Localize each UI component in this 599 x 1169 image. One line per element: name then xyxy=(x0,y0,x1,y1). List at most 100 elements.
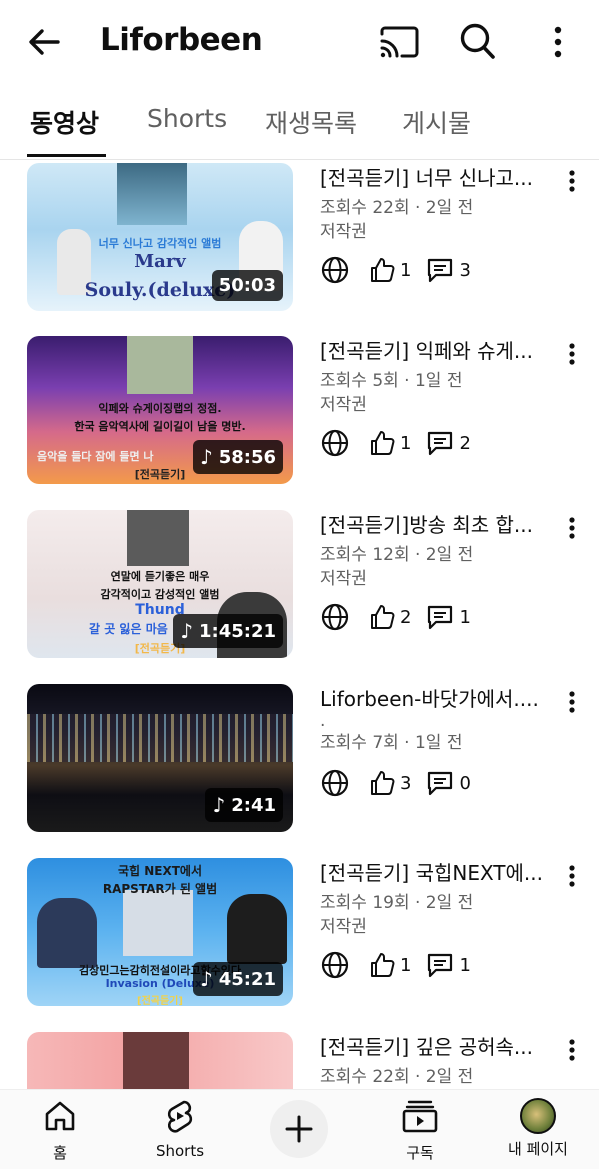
video-thumbnail[interactable]: 국힙 NEXT에서 RAPSTAR가 된 앨범 김상민그는감히전설이라고할수있다… xyxy=(27,858,293,1006)
comments-count: 1 xyxy=(425,603,471,631)
globe-icon xyxy=(321,603,349,631)
video-meta: 조회수 12회 · 2일 전 xyxy=(320,545,474,565)
comments-count: 1 xyxy=(425,951,471,979)
likes-count: 2 xyxy=(368,603,411,631)
comments-count: 2 xyxy=(425,429,471,457)
video-item[interactable]: 익페와 슈게이징랩의 정점. 한국 음악역사에 길이길이 남을 명반. 음악을 … xyxy=(0,336,599,488)
video-thumbnail[interactable]: ♪ 2:41 xyxy=(27,684,293,832)
video-title[interactable]: [전곡듣기] 국힙NEXT에... xyxy=(320,858,550,888)
nav-home-label: 홈 xyxy=(53,1144,67,1162)
video-list: 너무 신나고 감각적인 앨범 Marv Souly.(deluxe) 50:03… xyxy=(0,161,599,1089)
nav-you-label: 내 페이지 xyxy=(508,1140,568,1158)
likes-value: 3 xyxy=(400,772,412,794)
video-title[interactable]: [전곡듣기] 너무 신나고... xyxy=(320,163,550,193)
comment-icon xyxy=(428,605,453,630)
video-info: [전곡듣기] 국힙NEXT에... 조회수 19회 · 2일 전 저작권 1 1 xyxy=(320,858,555,980)
cast-button[interactable] xyxy=(378,22,422,62)
vertical-dots-icon xyxy=(569,1039,575,1061)
video-item[interactable]: 국힙 NEXT에서 RAPSTAR가 된 앨범 김상민그는감히전설이라고할수있다… xyxy=(0,858,599,1010)
video-item[interactable]: ♪ 2:41 Liforbeen-바닷가에서.... . 조회수 7회 · 1일… xyxy=(0,684,599,836)
comments-count: 0 xyxy=(425,769,471,797)
video-thumbnail[interactable]: 연말에 듣기좋은 매우 감각적이고 감성적인 앨범 Thund 갈 곳 잃은 마… xyxy=(27,510,293,658)
comments-value: 1 xyxy=(459,606,471,628)
thumbnail-caption: 연말에 듣기좋은 매우 xyxy=(110,570,210,583)
comments-value: 2 xyxy=(459,432,471,454)
video-meta: 조회수 22회 · 2일 전 xyxy=(320,198,474,218)
video-item[interactable]: [전곡듣기] 깊은 공허속... 조회수 22회 · 2일 전 xyxy=(0,1032,599,1089)
video-thumbnail[interactable] xyxy=(27,1032,293,1089)
video-info: [전곡듣기] 너무 신나고... 조회수 22회 · 2일 전 저작권 1 3 xyxy=(320,163,555,285)
duration-text: 2:41 xyxy=(231,794,276,816)
vertical-dots-icon xyxy=(569,691,575,713)
video-item[interactable]: 너무 신나고 감각적인 앨범 Marv Souly.(deluxe) 50:03… xyxy=(0,163,599,315)
search-button[interactable] xyxy=(458,20,502,64)
avatar xyxy=(520,1098,556,1134)
visibility-public xyxy=(320,428,354,458)
likes-count: 1 xyxy=(368,951,411,979)
active-tab-indicator xyxy=(27,154,106,157)
vertical-dots-icon xyxy=(569,517,575,539)
subscriptions-icon xyxy=(402,1100,438,1133)
comment-icon xyxy=(428,258,453,283)
top-app-bar: Liforbeen xyxy=(0,0,599,84)
thumbnail-caption: RAPSTAR가 된 앨범 xyxy=(102,882,218,896)
globe-icon xyxy=(321,429,349,457)
likes-count: 3 xyxy=(368,769,411,797)
video-menu-button[interactable] xyxy=(560,1036,584,1064)
arrow-left-icon xyxy=(29,29,60,55)
tab-shorts[interactable]: Shorts xyxy=(147,104,227,160)
tab-videos[interactable]: 동영상 xyxy=(30,104,99,160)
more-options-button[interactable] xyxy=(540,20,576,64)
back-button[interactable] xyxy=(24,22,68,62)
video-menu-button[interactable] xyxy=(560,340,584,368)
comment-icon xyxy=(428,431,453,456)
duration-text: 58:56 xyxy=(218,446,276,468)
copyright-label: 저작권 xyxy=(320,569,367,589)
duration-text: 45:21 xyxy=(218,968,276,990)
video-stats: 1 2 xyxy=(320,428,555,458)
tab-posts[interactable]: 게시물 xyxy=(402,104,471,160)
thumbs-up-icon xyxy=(371,771,395,795)
video-stats: 1 1 xyxy=(320,950,555,980)
video-meta: 조회수 5회 · 1일 전 xyxy=(320,371,463,391)
copyright-label: 저작권 xyxy=(320,917,367,937)
create-button[interactable] xyxy=(270,1100,328,1158)
nav-shorts[interactable]: Shorts xyxy=(132,1098,228,1160)
thumbs-up-icon xyxy=(371,953,395,977)
video-meta: 조회수 7회 · 1일 전 xyxy=(320,733,463,753)
nav-subscriptions-label: 구독 xyxy=(406,1144,434,1162)
video-menu-button[interactable] xyxy=(560,862,584,890)
thumbnail-caption: 너무 신나고 감각적인 앨범 xyxy=(98,237,222,250)
duration-badge: ♪ 2:41 xyxy=(205,788,283,822)
likes-count: 1 xyxy=(368,256,411,284)
copyright-label: 저작권 xyxy=(320,222,367,242)
visibility-public xyxy=(320,255,354,285)
duration-text: 1:45:21 xyxy=(198,620,276,642)
video-title[interactable]: [전곡듣기] 깊은 공허속... xyxy=(320,1032,550,1062)
nav-you[interactable]: 내 페이지 xyxy=(490,1098,586,1159)
video-thumbnail[interactable]: 너무 신나고 감각적인 앨범 Marv Souly.(deluxe) 50:03 xyxy=(27,163,293,311)
likes-value: 1 xyxy=(400,954,412,976)
video-menu-button[interactable] xyxy=(560,514,584,542)
video-menu-button[interactable] xyxy=(560,688,584,716)
video-info: [전곡듣기]방송 최초 합... 조회수 12회 · 2일 전 저작권 2 1 xyxy=(320,510,555,632)
nav-subscriptions[interactable]: 구독 xyxy=(372,1098,468,1163)
title-continuation: . xyxy=(320,711,326,731)
video-stats: 1 3 xyxy=(320,255,555,285)
tab-playlists[interactable]: 재생목록 xyxy=(265,104,357,160)
nav-home[interactable]: 홈 xyxy=(12,1098,108,1163)
comments-value: 1 xyxy=(459,954,471,976)
video-title[interactable]: [전곡듣기]방송 최초 합... xyxy=(320,510,550,540)
channel-tabs: 동영상 Shorts 재생목록 게시물 xyxy=(0,92,599,160)
music-note-icon: ♪ xyxy=(180,619,193,643)
likes-count: 1 xyxy=(368,429,411,457)
video-menu-button[interactable] xyxy=(560,167,584,195)
thumbnail-caption: 감각적이고 감성적인 앨범 xyxy=(100,588,220,601)
video-title[interactable]: [전곡듣기] 익페와 슈게... xyxy=(320,336,550,366)
video-title[interactable]: Liforbeen-바닷가에서.... xyxy=(320,684,550,714)
channel-title: Liforbeen xyxy=(100,22,263,58)
video-thumbnail[interactable]: 익페와 슈게이징랩의 정점. 한국 음악역사에 길이길이 남을 명반. 음악을 … xyxy=(27,336,293,484)
video-item[interactable]: 연말에 듣기좋은 매우 감각적이고 감성적인 앨범 Thund 갈 곳 잃은 마… xyxy=(0,510,599,662)
likes-value: 1 xyxy=(400,259,412,281)
visibility-public xyxy=(320,768,354,798)
